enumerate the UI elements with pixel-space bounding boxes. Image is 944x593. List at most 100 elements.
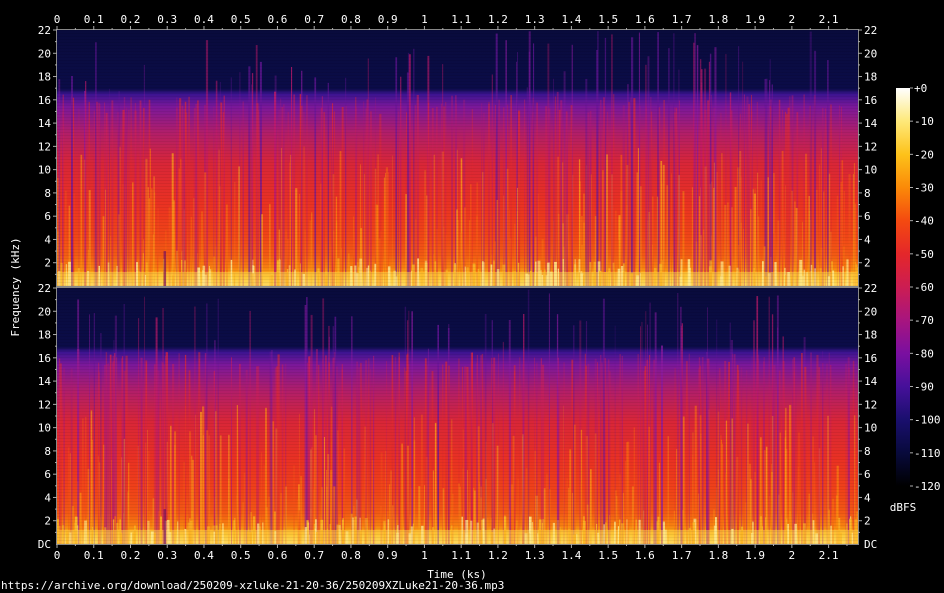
energy-streak bbox=[351, 316, 353, 544]
low-frequency-streak bbox=[803, 269, 806, 286]
frequency-bin-row bbox=[57, 291, 858, 292]
frequency-bin-row bbox=[57, 453, 858, 454]
y-tick-label: 10 bbox=[38, 422, 51, 435]
low-frequency-streak bbox=[253, 516, 256, 544]
energy-streak bbox=[110, 354, 112, 544]
energy-streak bbox=[604, 106, 606, 286]
frequency-bin-row bbox=[57, 306, 858, 307]
low-frequency-streak bbox=[759, 516, 762, 544]
energy-streak bbox=[795, 365, 797, 544]
frequency-bin-row bbox=[57, 237, 858, 238]
energy-streak bbox=[740, 367, 743, 544]
frequency-bin-row bbox=[57, 411, 858, 412]
energy-streak bbox=[443, 106, 445, 286]
energy-streak bbox=[848, 174, 851, 286]
frequency-bin-row bbox=[57, 60, 858, 61]
x-tick-label-bottom: 0.9 bbox=[378, 549, 398, 562]
x-tick-label-top: 1.7 bbox=[672, 13, 692, 26]
frequency-bin-row bbox=[57, 279, 858, 280]
y-tick-label: 12 bbox=[38, 140, 51, 153]
energy-streak bbox=[223, 95, 225, 286]
energy-streak bbox=[367, 58, 369, 286]
frequency-bin-row bbox=[57, 219, 858, 220]
frequency-bin-row bbox=[57, 336, 858, 337]
frequency-bin-row bbox=[57, 309, 858, 310]
low-frequency-streak bbox=[715, 517, 717, 544]
energy-streak bbox=[421, 414, 423, 544]
y-tick-label: 6 bbox=[44, 468, 51, 481]
energy-streak bbox=[239, 72, 241, 286]
low-frequency-streak bbox=[337, 258, 340, 286]
y-tick-label: 4 bbox=[44, 233, 51, 246]
energy-streak bbox=[109, 88, 110, 286]
colorbar-tick-label: -90 bbox=[914, 381, 934, 394]
frequency-bin-row bbox=[57, 399, 858, 400]
frequency-bin-row bbox=[57, 216, 858, 217]
energy-streak bbox=[691, 187, 693, 286]
energy-streak bbox=[786, 113, 788, 286]
energy-streak bbox=[566, 113, 568, 286]
y-tick-label: 20 bbox=[38, 305, 51, 318]
energy-streak bbox=[701, 113, 703, 286]
frequency-bin-row bbox=[57, 345, 858, 346]
frequency-bin-row bbox=[57, 195, 858, 196]
frequency-bin-row bbox=[57, 540, 858, 541]
energy-streak bbox=[355, 107, 358, 286]
energy-streak bbox=[281, 106, 283, 286]
y-tick-label: 2 bbox=[864, 257, 871, 270]
x-tick-label-bottom: 1 bbox=[421, 549, 428, 562]
colorbar-tick-label: -100 bbox=[914, 414, 941, 427]
energy-streak bbox=[104, 365, 107, 544]
energy-streak bbox=[277, 354, 280, 544]
low-frequency-streak bbox=[680, 259, 683, 286]
energy-streak bbox=[124, 109, 125, 286]
x-tick-label-top: 1.9 bbox=[745, 13, 765, 26]
x-tick-label-top: 2.1 bbox=[819, 13, 839, 26]
frequency-bin-row bbox=[57, 210, 858, 211]
frequency-bin-row bbox=[57, 114, 858, 115]
low-frequency-streak bbox=[445, 269, 448, 286]
y-tick-label: 22 bbox=[864, 24, 877, 37]
frequency-bin-row bbox=[57, 156, 858, 157]
energy-streak bbox=[170, 425, 172, 544]
energy-streak bbox=[341, 107, 344, 286]
x-tick-label-top: 0.5 bbox=[231, 13, 251, 26]
frequency-bin-row bbox=[57, 477, 858, 478]
energy-streak bbox=[392, 155, 393, 286]
y-tick-label-dc-right: DC bbox=[864, 538, 877, 551]
energy-streak bbox=[125, 355, 128, 544]
energy-streak bbox=[631, 37, 634, 286]
colorbar-tick-label: -30 bbox=[914, 182, 934, 195]
dropout-marker bbox=[163, 251, 167, 286]
frequency-bin-row bbox=[57, 207, 858, 208]
frequency-bin-row bbox=[57, 36, 858, 37]
energy-streak bbox=[407, 445, 409, 544]
low-frequency-streak bbox=[202, 270, 205, 286]
frequency-bin-row bbox=[57, 312, 858, 313]
y-tick-label: 2 bbox=[864, 515, 871, 528]
frequency-bin-row bbox=[57, 405, 858, 406]
frequency-bin-row bbox=[57, 45, 858, 46]
x-tick-label-bottom: 1.7 bbox=[672, 549, 692, 562]
low-frequency-streak bbox=[503, 516, 507, 544]
frequency-bin-row bbox=[57, 141, 858, 142]
frequency-bin-row bbox=[57, 480, 858, 481]
frequency-bin-row bbox=[57, 420, 858, 421]
low-frequency-streak bbox=[354, 516, 357, 544]
energy-streak bbox=[558, 109, 561, 286]
frequency-bin-row bbox=[57, 177, 858, 178]
energy-streak bbox=[650, 97, 652, 286]
frequency-bin-row bbox=[57, 324, 858, 325]
energy-streak bbox=[448, 365, 450, 544]
frequency-bin-row bbox=[57, 267, 858, 268]
frequency-bin-row bbox=[57, 450, 858, 451]
frequency-bin-row bbox=[57, 123, 858, 124]
y-tick-label: 18 bbox=[38, 329, 51, 342]
energy-streak bbox=[451, 95, 453, 286]
x-tick-label-top: 1.4 bbox=[561, 13, 581, 26]
energy-streak bbox=[193, 107, 196, 286]
frequency-bin-row bbox=[57, 84, 858, 85]
energy-streak bbox=[405, 371, 408, 544]
energy-streak bbox=[130, 97, 132, 286]
low-frequency-streak bbox=[207, 526, 210, 544]
